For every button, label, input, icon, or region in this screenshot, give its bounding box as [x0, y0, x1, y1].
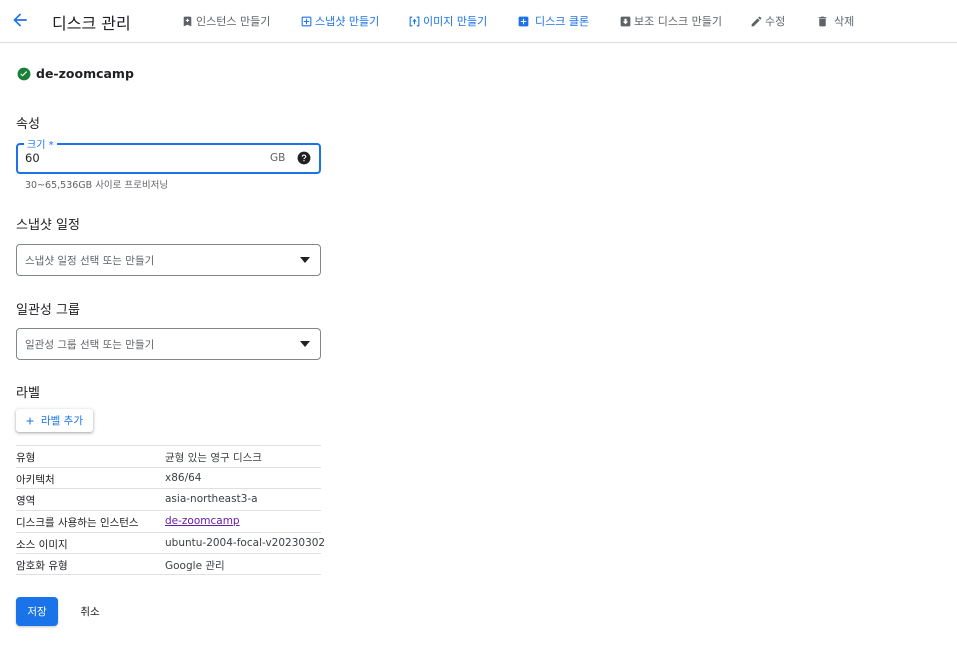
info-key: 유형 — [16, 452, 36, 464]
check-circle-icon — [17, 67, 31, 80]
snapshot-schedule-placeholder: 스냅샷 일정 선택 또는 만들기 — [25, 255, 155, 267]
create-secondary-disk-label: 보조 디스크 만들기 — [634, 15, 722, 28]
create-secondary-disk-button[interactable]: 보조 디스크 만들기 — [619, 12, 722, 30]
bookmark-plus-icon — [183, 16, 192, 26]
size-hint: 30~65,536GB 사이로 프로비저닝 — [25, 180, 169, 191]
delete-label: 삭제 — [834, 15, 855, 28]
info-row-source-image: 소스 이미지 ubuntu-2004-focal-v20230302 — [16, 531, 325, 554]
disk-clone-icon — [518, 16, 529, 26]
snapshot-add-icon — [301, 16, 312, 26]
info-value: asia-northeast3-a — [165, 493, 258, 506]
consistency-group-placeholder: 일관성 그룹 선택 또는 만들기 — [25, 339, 155, 351]
info-row-encryption: 암호화 유형 Google 관리 — [16, 553, 321, 576]
disk-name: de-zoomcamp — [36, 66, 134, 81]
save-button[interactable]: 저장 — [16, 597, 58, 626]
size-value: 60 — [25, 151, 40, 165]
create-instance-label: 인스턴스 만들기 — [196, 15, 271, 28]
info-key: 아키텍처 — [16, 473, 55, 486]
dropdown-arrow-icon — [300, 257, 310, 263]
pencil-icon — [751, 16, 762, 26]
info-row-architecture: 아키텍처 x86/64 — [16, 466, 321, 489]
info-row-type: 유형 균형 있는 영구 디스크 — [16, 445, 321, 467]
create-image-button[interactable]: 이미지 만들기 — [408, 12, 487, 30]
clone-disk-button[interactable]: 디스크 클론 — [517, 12, 589, 30]
properties-title: 속성 — [16, 117, 40, 132]
disk-info-table: 유형 균형 있는 영구 디스크 아키텍처 x86/64 영역 asia-nort… — [16, 445, 325, 576]
info-key: 소스 이미지 — [16, 538, 68, 551]
create-image-label: 이미지 만들기 — [423, 15, 488, 28]
create-snapshot-label: 스냅샷 만들기 — [315, 15, 380, 28]
help-icon[interactable] — [297, 151, 311, 165]
dropdown-arrow-icon — [300, 341, 310, 347]
info-key: 디스크를 사용하는 인스턴스 — [16, 517, 139, 530]
info-value: Google 관리 — [165, 560, 225, 573]
size-label: 크기 * — [24, 136, 57, 151]
edit-label: 수정 — [765, 15, 786, 28]
delete-button[interactable]: 삭제 — [816, 12, 854, 30]
size-unit: GB — [270, 152, 286, 164]
trash-icon — [818, 16, 827, 26]
top-bar: 디스크 관리 인스턴스 만들기 스냅샷 만들기 이미지 만들기 디스크 클론 보… — [0, 0, 957, 43]
labels-title: 라벨 — [16, 386, 40, 401]
info-row-zone: 영역 asia-northeast3-a — [16, 488, 321, 510]
size-input[interactable]: 크기 * 60 GB — [16, 136, 321, 174]
snapshot-schedule-title: 스냅샷 일정 — [16, 218, 80, 233]
cancel-button[interactable]: 취소 — [70, 597, 110, 626]
info-value: ubuntu-2004-focal-v20230302 — [165, 536, 326, 549]
create-snapshot-button[interactable]: 스냅샷 만들기 — [300, 12, 379, 30]
plus-icon — [26, 417, 34, 424]
image-create-icon — [409, 16, 420, 26]
consistency-group-select[interactable]: 일관성 그룹 선택 또는 만들기 — [16, 328, 321, 360]
info-row-instances: 디스크를 사용하는 인스턴스 de-zoomcamp — [16, 510, 321, 532]
snapshot-schedule-select[interactable]: 스냅샷 일정 선택 또는 만들기 — [16, 244, 321, 276]
info-value: 균형 있는 영구 디스크 — [165, 452, 262, 464]
secondary-disk-icon — [620, 16, 631, 26]
consistency-group-title: 일관성 그룹 — [16, 303, 80, 318]
disk-name-row: de-zoomcamp — [17, 66, 134, 81]
edit-button[interactable]: 수정 — [750, 12, 785, 30]
create-instance-button[interactable]: 인스턴스 만들기 — [181, 12, 270, 30]
clone-disk-label: 디스크 클론 — [535, 15, 590, 28]
add-label-button[interactable]: 라벨 추가 — [16, 409, 93, 432]
info-value: x86/64 — [165, 471, 202, 484]
page-title: 디스크 관리 — [52, 14, 131, 33]
add-label-text: 라벨 추가 — [41, 415, 83, 427]
info-key: 영역 — [16, 495, 36, 508]
back-arrow-icon[interactable] — [10, 10, 30, 30]
instance-link[interactable]: de-zoomcamp — [165, 515, 240, 527]
info-key: 암호화 유형 — [16, 560, 68, 573]
